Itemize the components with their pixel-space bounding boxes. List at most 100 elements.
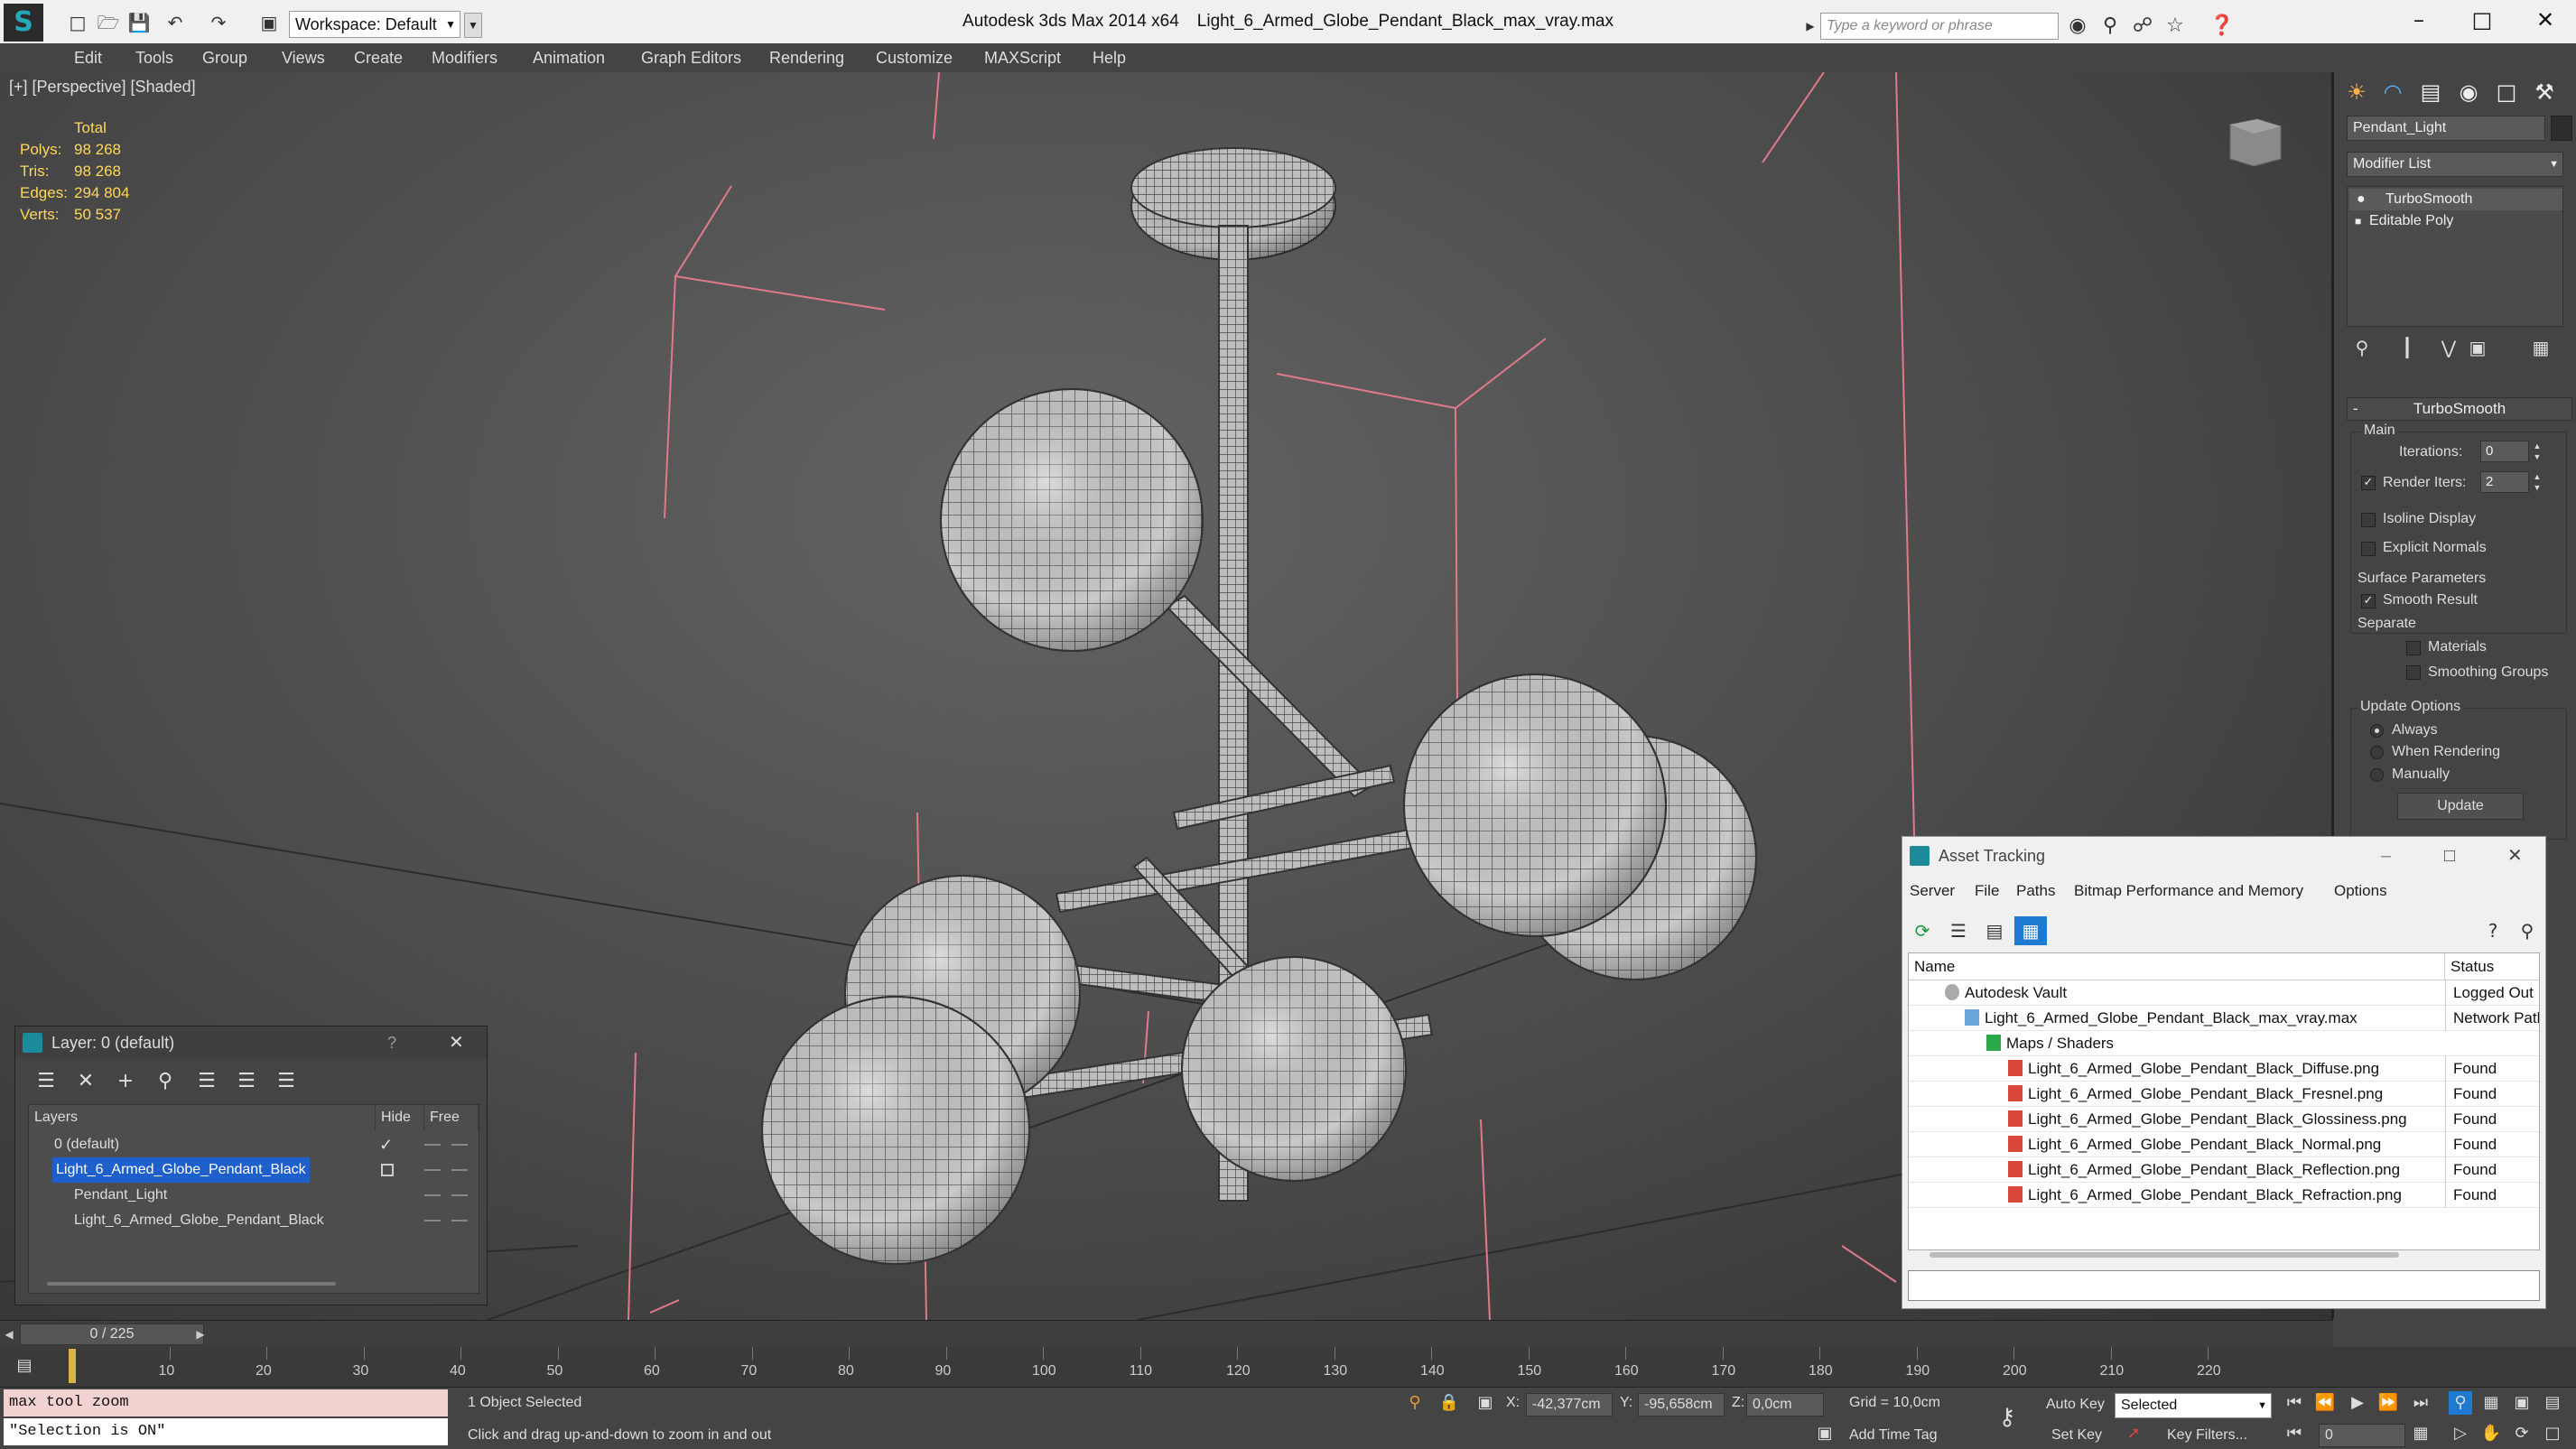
pan-view-icon[interactable]: ✋ <box>2479 1422 2503 1445</box>
open-file-icon[interactable]: 🗁 <box>96 11 121 34</box>
asset-path-input[interactable] <box>1908 1270 2540 1301</box>
freeze-all-layers-icon[interactable]: ☰ <box>272 1068 301 1095</box>
absolute-mode-icon[interactable]: ▣ <box>1474 1391 1497 1415</box>
menu-bitmap-performance[interactable]: Bitmap Performance and Memory <box>2074 882 2303 900</box>
go-to-start-icon[interactable]: ⏮ <box>2283 1391 2306 1415</box>
utilities-tab-icon[interactable]: ⚒ <box>2527 76 2562 108</box>
subscription-icon[interactable]: ⚲ <box>2097 13 2124 40</box>
modifier-list-dropdown[interactable]: Modifier List ▼ <box>2347 152 2563 177</box>
maximize-viewport-icon[interactable]: □ <box>2541 1422 2564 1445</box>
previous-key-icon[interactable]: ⏪ <box>2313 1391 2337 1415</box>
maximize-icon[interactable]: □ <box>2444 837 2455 875</box>
y-coordinate-field[interactable]: -95,658cm <box>1638 1393 1725 1416</box>
make-unique-icon[interactable]: ⋁ <box>2433 334 2464 361</box>
object-color-swatch[interactable] <box>2551 116 2572 141</box>
close-icon[interactable]: ✕ <box>449 1026 464 1059</box>
menu-options[interactable]: Options <box>2334 882 2387 900</box>
create-tab-icon[interactable]: ☀ <box>2339 76 2374 108</box>
x-coordinate-field[interactable]: -42,377cm <box>1526 1393 1613 1416</box>
asset-window-titlebar[interactable]: Asset Tracking – □ ✕ <box>1902 837 2545 875</box>
layer-object-row[interactable]: Light_6_Armed_Globe_Pendant_Black <box>29 1208 479 1233</box>
horizontal-scrollbar[interactable] <box>1930 1252 2399 1258</box>
pin-stack-icon[interactable]: ⚲ <box>2347 334 2377 361</box>
layer-row[interactable]: 0 (default) ✓ <box>29 1132 479 1157</box>
minimize-icon[interactable]: – <box>2381 837 2391 875</box>
menu-rendering[interactable]: Rendering <box>769 43 844 72</box>
zoom-icon[interactable]: ⚲ <box>2449 1391 2472 1415</box>
asset-row[interactable]: Light_6_Armed_Globe_Pendant_Black_Fresne… <box>1909 1082 2539 1107</box>
turbosmooth-rollout-header[interactable]: - TurboSmooth <box>2347 397 2572 421</box>
spinner-arrows-icon[interactable]: ▲ ▼ <box>2531 471 2543 493</box>
smoothing-groups-checkbox[interactable] <box>2406 665 2421 680</box>
always-radio[interactable] <box>2370 724 2384 738</box>
communication-center-icon[interactable]: ☍ <box>2129 13 2156 40</box>
render-iters-spinner[interactable]: 2 <box>2480 471 2529 493</box>
help-icon[interactable]: ? <box>2477 916 2509 945</box>
asset-row[interactable]: Autodesk VaultLogged Out ... <box>1909 980 2539 1006</box>
object-name-field[interactable]: Pendant_Light <box>2347 116 2545 141</box>
explicit-normals-checkbox[interactable] <box>2361 542 2376 556</box>
help-button[interactable]: ? <box>387 1026 396 1059</box>
asset-row[interactable]: Light_6_Armed_Globe_Pendant_Black_Diffus… <box>1909 1056 2539 1082</box>
search-expand-icon[interactable]: ▶ <box>1802 14 1818 38</box>
manually-radio[interactable] <box>2370 768 2384 782</box>
menu-edit[interactable]: Edit <box>74 43 102 72</box>
update-button[interactable]: Update <box>2397 793 2524 820</box>
binoculars-icon[interactable]: ◉ <box>2064 13 2091 40</box>
field-of-view-icon[interactable]: ▷ <box>2449 1422 2472 1445</box>
isoline-display-checkbox[interactable] <box>2361 513 2376 527</box>
layer-object-row[interactable]: Pendant_Light <box>29 1183 479 1208</box>
layers-column-header[interactable]: Layers <box>29 1105 376 1130</box>
lightbulb-icon[interactable]: ● <box>2357 189 2366 210</box>
show-end-result-icon[interactable]: ┃ <box>2392 334 2423 361</box>
menu-help[interactable]: Help <box>1093 43 1126 72</box>
workspace-dropdown[interactable]: Workspace: Default ▼ <box>289 11 460 38</box>
name-column-header[interactable]: Name <box>1909 953 2445 980</box>
help-icon[interactable]: ❓ <box>2209 13 2236 40</box>
time-slider-thumb[interactable]: 0 / 225 <box>20 1324 204 1345</box>
asset-row[interactable]: Light_6_Armed_Globe_Pendant_Black_Refrac… <box>1909 1183 2539 1208</box>
status-column-header[interactable]: Status <box>2445 953 2539 980</box>
close-icon[interactable]: ✕ <box>2507 837 2523 875</box>
thumbnail-view-icon[interactable]: ▤ <box>1978 916 2011 945</box>
stack-item-turbosmooth[interactable]: ● TurboSmooth <box>2349 189 2562 210</box>
refresh-icon[interactable]: ⟳ <box>1906 916 1939 945</box>
menu-group[interactable]: Group <box>202 43 247 72</box>
asset-row[interactable]: Light_6_Armed_Globe_Pendant_Black_Reflec… <box>1909 1157 2539 1183</box>
highlight-layer-icon[interactable]: ☰ <box>192 1068 221 1095</box>
iterations-spinner[interactable]: 0 <box>2480 441 2529 462</box>
asset-row[interactable]: Light_6_Armed_Globe_Pendant_Black_max_vr… <box>1909 1006 2539 1031</box>
menu-create[interactable]: Create <box>354 43 403 72</box>
table-view-icon[interactable]: ▦ <box>2014 916 2047 945</box>
selection-lock-icon[interactable]: 🔒 <box>1437 1391 1461 1415</box>
layer-window-titlebar[interactable]: Layer: 0 (default) ? ✕ <box>15 1026 487 1059</box>
menu-customize[interactable]: Customize <box>876 43 953 72</box>
materials-checkbox[interactable] <box>2406 641 2421 655</box>
key-icon[interactable]: ⚷ <box>1995 1406 2019 1429</box>
current-frame-field[interactable]: 0 <box>2319 1424 2405 1447</box>
save-icon[interactable]: 💾 <box>126 11 152 34</box>
time-tag-icon[interactable]: ▣ <box>1813 1422 1837 1445</box>
auto-key-button[interactable]: Auto Key <box>2046 1397 2105 1413</box>
redo-icon[interactable]: ↷ <box>206 11 231 34</box>
motion-tab-icon[interactable]: ◉ <box>2451 76 2486 108</box>
delete-layer-icon[interactable]: ✕ <box>71 1068 100 1095</box>
z-coordinate-field[interactable]: 0,0cm <box>1746 1393 1824 1416</box>
stack-item-editable-poly[interactable]: ■ Editable Poly <box>2349 210 2562 232</box>
spinner-arrows-icon[interactable]: ▲ ▼ <box>2531 441 2543 462</box>
selection-set-dropdown[interactable]: Selected ▼ <box>2115 1393 2272 1418</box>
zoom-extents-all-icon[interactable]: ▤ <box>2541 1391 2564 1415</box>
zoom-extents-icon[interactable]: ▣ <box>2510 1391 2534 1415</box>
smooth-result-checkbox[interactable]: ✓ <box>2361 594 2376 608</box>
menu-tools[interactable]: Tools <box>135 43 173 72</box>
menu-modifiers[interactable]: Modifiers <box>432 43 498 72</box>
isolate-selection-icon[interactable]: ⚲ <box>1403 1391 1427 1415</box>
menu-maxscript[interactable]: MAXScript <box>984 43 1061 72</box>
maxscript-output-line[interactable]: "Selection is ON" <box>4 1418 448 1445</box>
minimize-button[interactable]: – <box>2387 0 2450 40</box>
menu-file[interactable]: File <box>1975 882 1999 900</box>
workspace-menu-arrow[interactable]: ▼ <box>464 13 482 38</box>
create-layer-icon[interactable]: ☰ <box>32 1068 60 1095</box>
when-rendering-radio[interactable] <box>2370 746 2384 759</box>
display-tab-icon[interactable]: □ <box>2489 76 2524 108</box>
